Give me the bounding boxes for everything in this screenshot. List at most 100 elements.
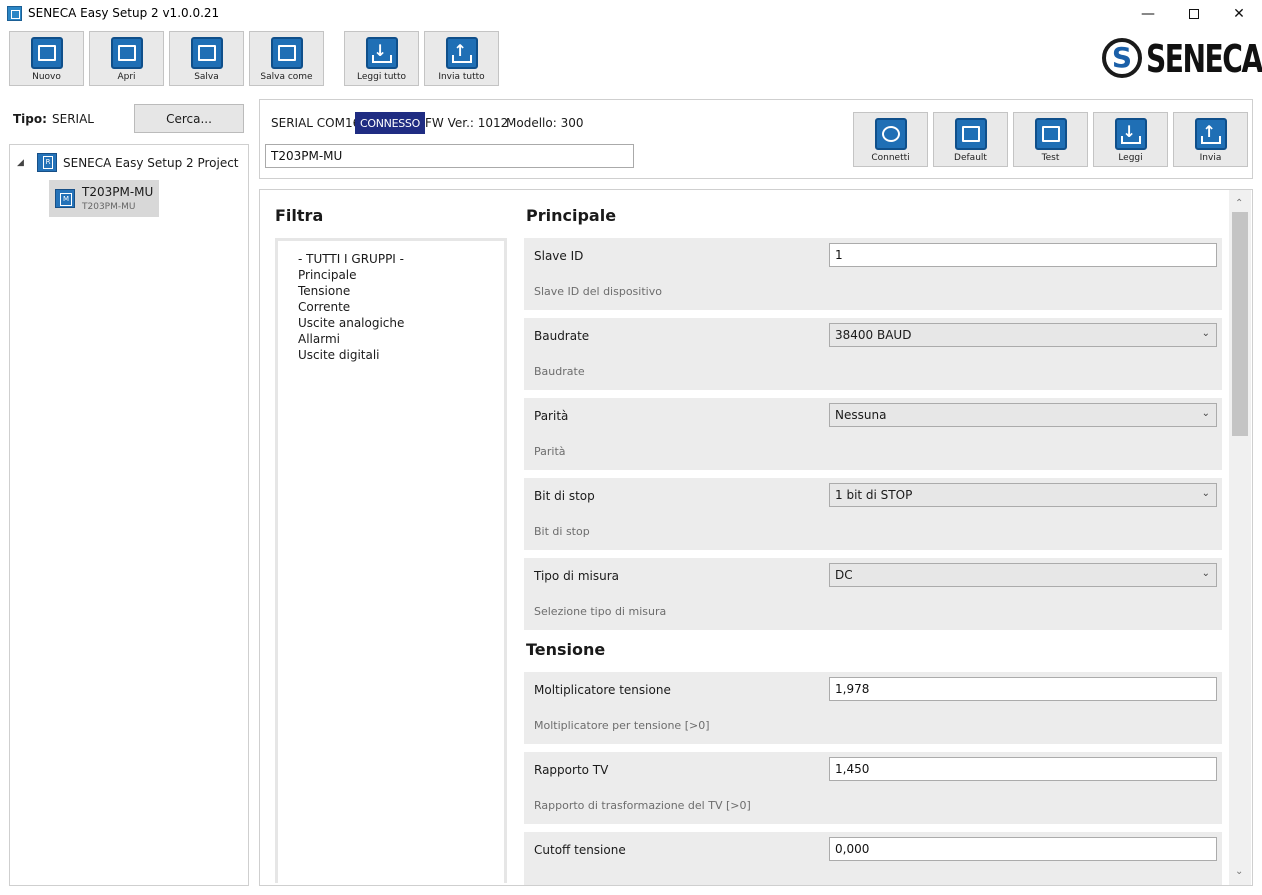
project-icon (37, 153, 57, 172)
new-button[interactable]: Nuovo (9, 31, 84, 86)
filter-item-all[interactable]: - TUTTI I GRUPPI - (298, 251, 504, 267)
device-model: Modello: 300 (506, 116, 584, 130)
test-button[interactable]: Test (1013, 112, 1088, 167)
minimize-button[interactable]: — (1125, 0, 1171, 28)
param-label: Rapporto TV (534, 763, 609, 777)
scroll-down-icon[interactable]: ⌄ (1235, 866, 1243, 877)
test-icon (1034, 118, 1067, 150)
param-description: Moltiplicatore per tensione [>0] (534, 719, 710, 732)
chevron-down-icon: ⌄ (1201, 328, 1210, 339)
slave-id-input[interactable] (829, 243, 1217, 267)
connect-button[interactable]: Connetti (853, 112, 928, 167)
open-folder-icon (110, 37, 143, 69)
scroll-thumb[interactable] (1232, 212, 1248, 436)
upload-icon: ↑ (1194, 118, 1227, 150)
filter-item-tensione[interactable]: Tensione (298, 283, 504, 299)
param-card-parity: Parità Nessuna ⌄ Parità (524, 398, 1222, 470)
voltage-multiplier-input[interactable] (829, 677, 1217, 701)
filter-title: Filtra (275, 206, 324, 225)
close-button[interactable]: ✕ (1216, 0, 1262, 28)
param-label: Bit di stop (534, 489, 595, 503)
read-button[interactable]: ↓ Leggi (1093, 112, 1168, 167)
param-card-stop-bits: Bit di stop 1 bit di STOP ⌄ Bit di stop (524, 478, 1222, 550)
vertical-scrollbar[interactable]: ⌃ ⌄ (1229, 190, 1251, 885)
tree-device-subtitle: T203PM-MU (82, 202, 136, 212)
filter-item-uscite-digitali[interactable]: Uscite digitali (298, 347, 504, 363)
open-button[interactable]: Apri (89, 31, 164, 86)
connection-port: SERIAL COM16 (271, 116, 361, 130)
stop-bits-select[interactable]: 1 bit di STOP ⌄ (829, 483, 1217, 507)
param-description: Selezione tipo di misura (534, 605, 667, 618)
param-description: Slave ID del dispositivo (534, 285, 662, 298)
download-icon: ↓ (1114, 118, 1147, 150)
maximize-icon (1189, 9, 1199, 19)
select-value: Nessuna (835, 408, 887, 422)
filter-item-uscite-analogiche[interactable]: Uscite analogiche (298, 315, 504, 331)
scroll-up-icon[interactable]: ⌃ (1235, 198, 1243, 209)
send-label: Invia (1199, 153, 1222, 163)
save-button[interactable]: Salva (169, 31, 244, 86)
read-all-button[interactable]: ↓ Leggi tutto (344, 31, 419, 86)
param-description: Baudrate (534, 365, 585, 378)
tv-ratio-input[interactable] (829, 757, 1217, 781)
open-label: Apri (117, 72, 136, 82)
filter-item-corrente[interactable]: Corrente (298, 299, 504, 315)
project-tree: ◢ SENECA Easy Setup 2 Project T203PM-MU … (9, 144, 249, 886)
new-label: Nuovo (32, 72, 61, 82)
param-description: Bit di stop (534, 525, 590, 538)
param-description: Parità (534, 445, 566, 458)
filter-item-allarmi[interactable]: Allarmi (298, 331, 504, 347)
save-label: Salva (194, 72, 219, 82)
firmware-version: FW Ver.: 1012 (425, 116, 509, 130)
device-module-icon (55, 189, 75, 208)
select-value: 38400 BAUD (835, 328, 912, 342)
tree-collapse-icon[interactable]: ◢ (17, 158, 24, 168)
section-title-principale: Principale (526, 206, 617, 225)
param-label: Moltiplicatore tensione (534, 683, 671, 697)
logo-text: SENECA (1146, 37, 1262, 81)
save-as-button[interactable]: Salva come (249, 31, 324, 86)
measure-type-select[interactable]: DC ⌄ (829, 563, 1217, 587)
type-value: SERIAL (52, 112, 94, 126)
tree-device-title: T203PM-MU (82, 185, 154, 199)
type-label: Tipo: (13, 112, 47, 126)
param-description: Rapporto di trasformazione del TV [>0] (534, 799, 751, 812)
config-panel: Filtra - TUTTI I GRUPPI - Principale Ten… (259, 189, 1253, 886)
voltage-cutoff-input[interactable] (829, 837, 1217, 861)
param-card-measure-type: Tipo di misura DC ⌄ Selezione tipo di mi… (524, 558, 1222, 630)
type-row: Tipo: SERIAL Cerca... (10, 99, 248, 139)
section-title-tensione: Tensione (526, 640, 606, 659)
param-card-slave-id: Slave ID Slave ID del dispositivo (524, 238, 1222, 310)
default-button[interactable]: Default (933, 112, 1008, 167)
send-button[interactable]: ↑ Invia (1173, 112, 1248, 167)
baudrate-select[interactable]: 38400 BAUD ⌄ (829, 323, 1217, 347)
chevron-down-icon: ⌄ (1201, 568, 1210, 579)
parity-select[interactable]: Nessuna ⌄ (829, 403, 1217, 427)
test-label: Test (1041, 153, 1060, 163)
tree-root-project[interactable]: SENECA Easy Setup 2 Project (63, 156, 239, 170)
device-name-input[interactable] (265, 144, 634, 168)
save-icon (190, 37, 223, 69)
download-icon: ↓ (365, 37, 398, 69)
filter-item-principale[interactable]: Principale (298, 267, 504, 283)
maximize-button[interactable] (1171, 0, 1217, 28)
status-badge: CONNESSO (355, 112, 425, 134)
default-label: Default (954, 153, 987, 163)
search-button[interactable]: Cerca... (134, 104, 244, 133)
save-as-icon (270, 37, 303, 69)
param-label: Cutoff tensione (534, 843, 626, 857)
send-all-button[interactable]: ↑ Invia tutto (424, 31, 499, 86)
param-label: Slave ID (534, 249, 584, 263)
read-all-label: Leggi tutto (357, 72, 406, 82)
new-file-icon (30, 37, 63, 69)
app-icon (7, 6, 22, 21)
filter-list: - TUTTI I GRUPPI - Principale Tensione C… (275, 238, 507, 883)
seneca-logo: S SENECA (1102, 37, 1262, 83)
tree-item-device[interactable]: T203PM-MU T203PM-MU (49, 180, 159, 217)
param-label: Parità (534, 409, 569, 423)
send-all-label: Invia tutto (438, 72, 485, 82)
device-header: SERIAL COM16 CONNESSO FW Ver.: 1012 Mode… (259, 99, 1253, 179)
param-card-baudrate: Baudrate 38400 BAUD ⌄ Baudrate (524, 318, 1222, 390)
chevron-down-icon: ⌄ (1201, 488, 1210, 499)
param-label: Tipo di misura (534, 569, 620, 583)
